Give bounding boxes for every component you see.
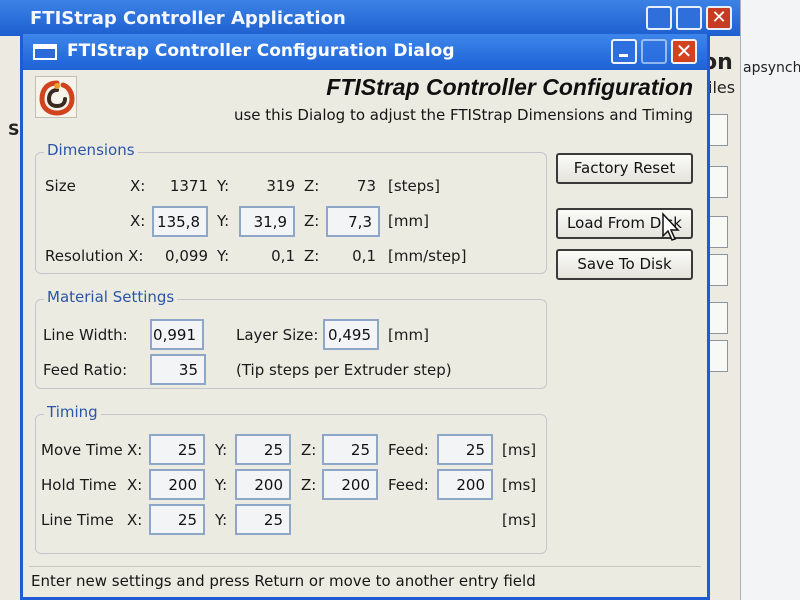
size-y-label: Y: <box>217 177 230 195</box>
hold-time-y-label: Y: <box>215 476 228 494</box>
material-settings-group-title: Material Settings <box>44 288 178 306</box>
move-time-z-label: Z: <box>301 441 317 459</box>
mouse-pointer-icon <box>662 212 680 241</box>
size-z-label: Z: <box>304 177 320 195</box>
size-x-label: X: <box>130 177 146 195</box>
move-time-x-label: X: <box>127 441 143 459</box>
main-close-button[interactable]: ✕ <box>706 6 732 30</box>
line-time-label: Line Time <box>41 511 114 529</box>
timing-group-title: Timing <box>44 403 101 421</box>
hold-time-unit: [ms] <box>502 476 537 494</box>
resolution-z: 0,1 <box>352 247 376 265</box>
hold-time-x-label: X: <box>127 476 143 494</box>
app-logo-icon <box>35 76 77 118</box>
feed-ratio-note: (Tip steps per Extruder step) <box>236 361 452 379</box>
line-time-y-label: Y: <box>215 511 228 529</box>
configuration-dialog: FTIStrap Controller Configuration Dialog… <box>20 34 710 600</box>
main-minimize-button[interactable] <box>646 6 672 30</box>
close-button[interactable]: ✕ <box>671 39 697 64</box>
mm-z-label: Z: <box>304 212 320 230</box>
move-time-label: Move Time <box>41 441 123 459</box>
move-time-unit: [ms] <box>502 441 537 459</box>
main-text-fragment-2: iles <box>708 78 736 97</box>
steps-unit: [steps] <box>388 177 440 195</box>
maximize-button[interactable] <box>641 39 667 64</box>
main-window-title: FTIStrap Controller Application <box>30 8 346 29</box>
hold-time-x-input[interactable] <box>149 469 205 500</box>
timing-group: Timing Move Time X: Y: Z: Feed: [ms] Hol… <box>35 403 547 554</box>
layer-size-label: Layer Size: <box>236 326 319 344</box>
status-bar: Enter new settings and press Return or m… <box>29 566 701 594</box>
resolution-unit: [mm/step] <box>388 247 467 265</box>
hold-time-y-input[interactable] <box>235 469 291 500</box>
resolution-y: 0,1 <box>271 247 295 265</box>
line-time-x-label: X: <box>127 511 143 529</box>
resolution-z-label: Z: <box>304 247 320 265</box>
size-y-steps: 319 <box>266 177 295 195</box>
line-width-input[interactable] <box>150 319 204 350</box>
hold-time-z-input[interactable] <box>322 469 378 500</box>
hold-time-feed-input[interactable] <box>437 469 493 500</box>
size-y-mm-input[interactable] <box>239 206 295 237</box>
move-time-y-label: Y: <box>215 441 228 459</box>
material-settings-group: Material Settings Line Width: Layer Size… <box>35 288 547 389</box>
resolution-x: 0,099 <box>165 247 208 265</box>
size-x-mm-input[interactable] <box>152 206 208 237</box>
dialog-titlebar: FTIStrap Controller Configuration Dialog… <box>23 34 707 70</box>
dialog-title: FTIStrap Controller Configuration Dialog <box>67 41 455 61</box>
move-time-feed-label: Feed: <box>388 441 429 459</box>
mm-unit: [mm] <box>388 212 429 230</box>
resolution-label: Resolution X: <box>45 247 144 265</box>
mm-x-label: X: <box>130 212 146 230</box>
feed-ratio-label: Feed Ratio: <box>43 361 128 379</box>
dimensions-group-title: Dimensions <box>44 141 138 159</box>
layer-size-input[interactable] <box>323 319 379 350</box>
line-time-x-input[interactable] <box>149 504 205 535</box>
size-label: Size <box>45 177 76 195</box>
main-maximize-button[interactable] <box>676 6 702 30</box>
right-pane: apsynchr <box>740 0 800 600</box>
move-time-feed-input[interactable] <box>437 434 493 465</box>
move-time-z-input[interactable] <box>322 434 378 465</box>
dialog-header-subtitle: use this Dialog to adjust the FTIStrap D… <box>233 106 693 124</box>
main-window-titlebar: FTIStrap Controller Application ✕ <box>0 0 740 36</box>
feed-ratio-input[interactable] <box>150 354 206 385</box>
line-time-unit: [ms] <box>502 511 537 529</box>
window-icon <box>33 44 57 60</box>
size-z-mm-input[interactable] <box>326 206 380 237</box>
size-z-steps: 73 <box>356 177 376 195</box>
minimize-button[interactable] <box>611 39 637 64</box>
hold-time-label: Hold Time <box>41 476 117 494</box>
move-time-y-input[interactable] <box>235 434 291 465</box>
hold-time-feed-label: Feed: <box>388 476 429 494</box>
line-time-y-input[interactable] <box>235 504 291 535</box>
line-width-label: Line Width: <box>43 326 128 344</box>
right-pane-text: apsynchr <box>743 60 800 76</box>
mm-y-label: Y: <box>217 212 230 230</box>
size-x-steps: 1371 <box>169 177 208 195</box>
move-time-x-input[interactable] <box>149 434 205 465</box>
layer-size-unit: [mm] <box>388 326 429 344</box>
resolution-y-label: Y: <box>217 247 230 265</box>
dimensions-group: Dimensions Size X: 1371 Y: 319 Z: 73 [st… <box>35 141 547 274</box>
factory-reset-button[interactable]: Factory Reset <box>556 153 693 184</box>
save-to-disk-button[interactable]: Save To Disk <box>556 249 693 280</box>
hold-time-z-label: Z: <box>301 476 317 494</box>
dialog-header-title: FTIStrap Controller Configuration <box>326 74 693 100</box>
